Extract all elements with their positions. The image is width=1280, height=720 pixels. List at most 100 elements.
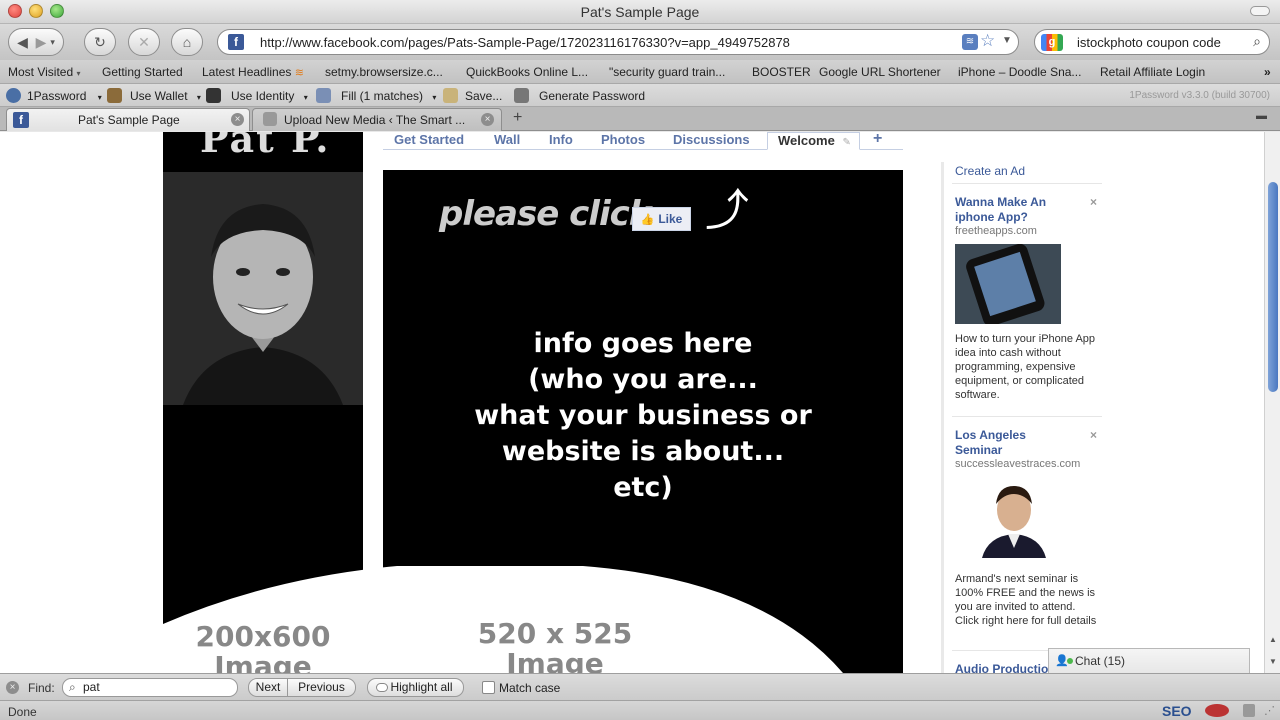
facebook-favicon-icon: f (228, 34, 244, 50)
onepassword-icon (6, 88, 21, 103)
scrollbar-thumb[interactable] (1268, 182, 1278, 392)
search-icon[interactable]: ⌕ (1253, 33, 1261, 50)
ad-url[interactable]: freetheapps.com (955, 225, 1037, 237)
addon-icon[interactable] (1243, 704, 1255, 717)
bookmark-iphone-doodle[interactable]: iPhone – Doodle Sna... (958, 65, 1081, 79)
tab-wall[interactable]: Wall (483, 132, 531, 150)
bookmark-booster[interactable]: BOOSTER (752, 65, 811, 79)
find-input[interactable]: ⌕ pat (62, 678, 238, 697)
page-content: Pat P. Get Started Wall Info Photos Disc… (0, 132, 1264, 673)
forward-icon[interactable]: ▶ (36, 34, 47, 51)
match-case-checkbox[interactable] (482, 681, 495, 694)
tab-discussions[interactable]: Discussions (662, 132, 761, 150)
onepassword-version: 1Password v3.3.0 (build 30700) (1129, 90, 1270, 101)
chevron-down-icon: ▾ (303, 93, 308, 102)
use-wallet-menu[interactable]: Use Wallet ▾ (130, 89, 201, 103)
highlight-all-button[interactable]: Highlight all (367, 678, 464, 697)
url-bar[interactable]: f http://www.facebook.com/pages/Pats-Sam… (217, 29, 1019, 55)
left-image-size-label: 200x600 Image (195, 620, 331, 674)
save-login-button[interactable]: Save... (465, 89, 502, 103)
window-titlebar: Pat's Sample Page (0, 0, 1280, 24)
page-name-banner: Pat P. (200, 132, 331, 161)
rss-feed-icon[interactable]: ≋ (962, 34, 978, 50)
ad-body-text[interactable]: How to turn your iPhone App idea into ca… (955, 332, 1100, 402)
close-ad-icon[interactable]: × (1090, 428, 1097, 442)
profile-photo-image (163, 172, 363, 405)
tab-photos[interactable]: Photos (590, 132, 656, 150)
tab-upload-new-media[interactable]: Upload New Media ‹ The Smart ... × (252, 108, 502, 131)
navigation-toolbar: ◀ ▶ ▾ ↻ ✕ ⌂ f http://www.facebook.com/pag… (0, 24, 1280, 60)
stop-button[interactable]: ✕ (128, 28, 160, 56)
toolbar-toggle-button[interactable] (1250, 6, 1270, 16)
scroll-down-icon[interactable]: ▼ (1269, 657, 1277, 666)
like-button[interactable]: 👍 Like (632, 207, 691, 231)
resize-grip-icon[interactable]: ⋰ (1264, 704, 1275, 717)
tab-pats-sample-page[interactable]: f Pat's Sample Page × (6, 108, 250, 131)
home-button[interactable]: ⌂ (171, 28, 203, 56)
reload-button[interactable]: ↻ (84, 28, 116, 56)
ad-image-seminar[interactable] (974, 478, 1054, 558)
home-icon: ⌂ (182, 34, 192, 50)
seo-addon-icon[interactable]: SEO (1162, 703, 1192, 719)
find-previous-button[interactable]: Previous (288, 678, 356, 697)
search-input[interactable]: istockphoto coupon code (1077, 35, 1221, 50)
bookmark-url-shortener[interactable]: Google URL Shortener (819, 65, 941, 79)
chat-label[interactable]: Chat (15) (1075, 654, 1125, 668)
bookmark-most-visited[interactable]: Most Visited ▾ (8, 65, 81, 79)
back-forward-buttons[interactable]: ◀ ▶ ▾ (8, 28, 64, 56)
ad-body-text[interactable]: Armand's next seminar is 100% FREE and t… (955, 572, 1100, 628)
find-next-button[interactable]: Next (248, 678, 288, 697)
fill-icon (316, 88, 331, 103)
tab-label: Upload New Media ‹ The Smart ... (284, 113, 466, 127)
bookmark-star-icon[interactable]: ☆ (980, 31, 995, 51)
bookmark-browsersize[interactable]: setmy.browsersize.c... (325, 65, 443, 79)
new-tab-icon[interactable]: + (513, 109, 522, 127)
facebook-favicon-icon: f (13, 112, 29, 128)
search-bar[interactable]: g istockphoto coupon code ⌕ (1034, 29, 1270, 55)
addon-status-icon[interactable] (1205, 704, 1229, 717)
tab-list-icon[interactable]: ▬ (1256, 110, 1274, 126)
chevron-down-icon: ▾ (432, 93, 437, 102)
ad-url[interactable]: successleavestraces.com (955, 458, 1080, 470)
ad-title-iphone-app[interactable]: Wanna Make An iphone App? (955, 195, 1075, 225)
ad-title-la-seminar[interactable]: Los Angeles Seminar (955, 428, 1075, 458)
generate-password-icon (514, 88, 529, 103)
match-case-label[interactable]: Match case (499, 681, 560, 695)
profile-photo[interactable] (163, 172, 363, 405)
close-ad-icon[interactable]: × (1090, 195, 1097, 209)
page-tabs: Get Started Wall Info Photos Discussions… (383, 132, 903, 150)
scroll-up-icon[interactable]: ▲ (1269, 635, 1277, 644)
page-scrollbar[interactable]: ▲ ▼ (1264, 132, 1280, 673)
edit-pencil-icon[interactable]: ✎ (842, 137, 850, 148)
onepassword-menu[interactable]: 1Password ▾ (27, 89, 102, 103)
tab-welcome[interactable]: Welcome ✎ (767, 132, 860, 150)
thumbs-up-icon: 👍 (640, 213, 655, 226)
use-identity-menu[interactable]: Use Identity ▾ (231, 89, 308, 103)
bookmark-security-guard[interactable]: "security guard train... (609, 65, 725, 79)
back-icon[interactable]: ◀ (17, 34, 28, 51)
tab-info[interactable]: Info (538, 132, 584, 150)
tab-get-started[interactable]: Get Started (383, 132, 475, 150)
ad-image-iphone[interactable] (955, 244, 1061, 324)
fill-menu[interactable]: Fill (1 matches) ▾ (341, 89, 436, 103)
bookmark-latest-headlines[interactable]: Latest Headlines ≋ (202, 65, 304, 79)
bookmarks-bar: Most Visited ▾ Getting Started Latest He… (0, 60, 1280, 84)
url-dropdown-icon[interactable]: ▼ (1002, 35, 1012, 46)
please-click-text: please click (439, 194, 651, 234)
ad-title-audio-production[interactable]: Audio Productio... (955, 662, 1058, 673)
history-dropdown-icon[interactable]: ▾ (50, 37, 55, 48)
generate-password-button[interactable]: Generate Password (539, 89, 645, 103)
create-ad-link[interactable]: Create an Ad (955, 164, 1025, 178)
url-text[interactable]: http://www.facebook.com/pages/Pats-Sampl… (260, 35, 790, 50)
close-tab-icon[interactable]: × (231, 113, 244, 126)
reload-icon: ↻ (94, 33, 106, 50)
bookmark-quickbooks[interactable]: QuickBooks Online L... (466, 65, 588, 79)
bookmark-retail-affiliate[interactable]: Retail Affiliate Login (1100, 65, 1205, 79)
chat-bar[interactable]: 👤 Chat (15) (1048, 648, 1250, 673)
add-tab-button[interactable]: + (862, 132, 893, 148)
google-search-engine-icon[interactable]: g (1041, 34, 1063, 51)
bookmark-getting-started[interactable]: Getting Started (102, 65, 183, 79)
close-tab-icon[interactable]: × (481, 113, 494, 126)
close-find-bar-icon[interactable]: × (6, 681, 19, 694)
bookmarks-overflow-icon[interactable]: » (1264, 65, 1271, 79)
